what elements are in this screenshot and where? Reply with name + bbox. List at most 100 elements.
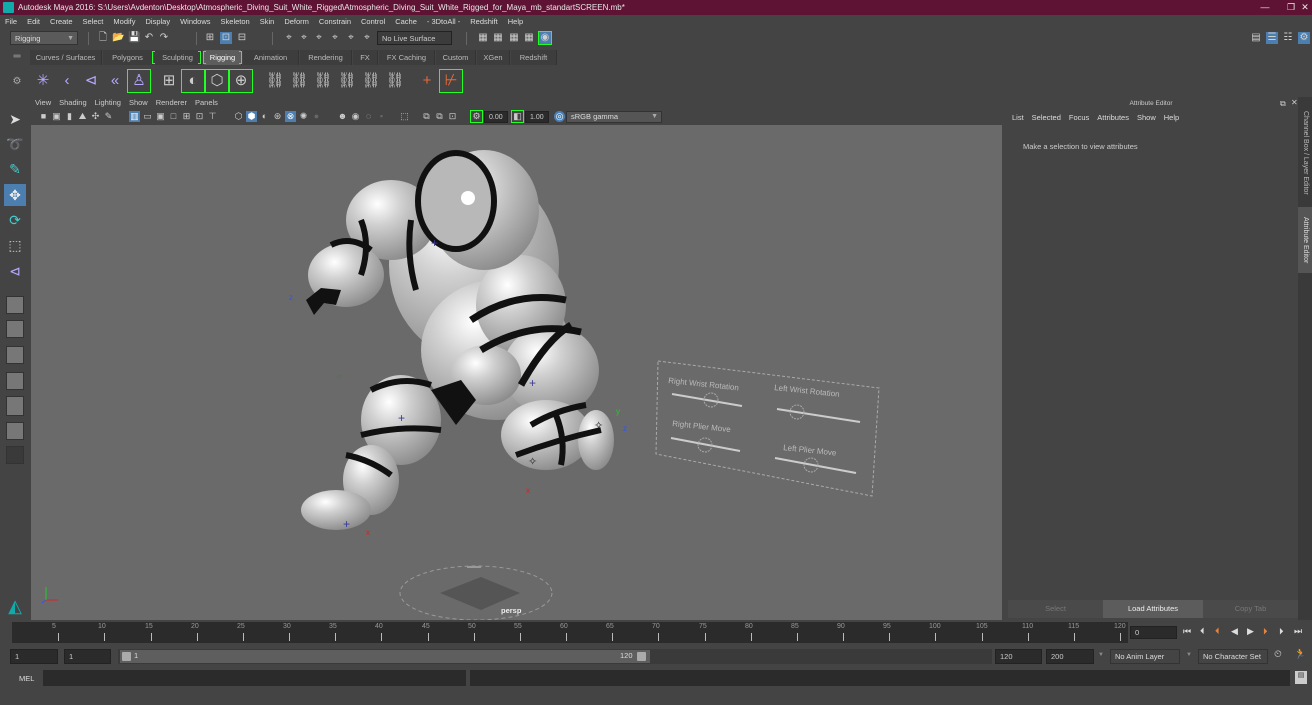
redo-icon[interactable]: ↷ — [158, 32, 170, 44]
minimize-button[interactable]: — — [1252, 0, 1278, 15]
move-tool-icon[interactable]: ✥ — [4, 184, 26, 206]
attribute-editor-toggle-icon[interactable]: ☰ — [1266, 32, 1278, 44]
select-component-icon[interactable]: ⊟ — [236, 32, 248, 44]
new-scene-icon[interactable]: 🗋 — [97, 32, 109, 44]
orange-tool-icon[interactable]: + — [416, 70, 438, 92]
shelf-tab-fx[interactable]: FX — [353, 50, 378, 65]
open-scene-icon[interactable]: 📂 — [112, 32, 124, 44]
color-management-icon[interactable]: ◎ — [554, 111, 565, 122]
ae-menu-show[interactable]: Show — [1137, 113, 1156, 122]
image-plane-icon[interactable]: ⛰ — [77, 111, 88, 122]
snap-curve-icon[interactable]: ⌖ — [298, 32, 310, 44]
parent-constraint-icon[interactable]: ⛓ — [264, 70, 286, 92]
chevron-down-icon[interactable]: ▼ — [1186, 652, 1192, 658]
gate-mask-icon[interactable]: □ — [168, 111, 179, 122]
ik-handle-icon[interactable]: ‹ — [56, 70, 78, 92]
perspective-viewport[interactable]: + + + + ✧ ✧ z y z x x ⁘ Right Wrist Rota… — [31, 125, 1002, 620]
menu-cache[interactable]: Cache — [390, 15, 422, 29]
color-space-dropdown[interactable]: sRGB gamma ▼ — [566, 111, 662, 123]
2d-pan-zoom-icon[interactable]: ✣ — [90, 111, 101, 122]
resolution-gate-icon[interactable]: ▣ — [155, 111, 166, 122]
panel-menu-view[interactable]: View — [31, 97, 55, 109]
lattice-icon[interactable]: ⬡ — [205, 69, 229, 93]
ipr-render-icon[interactable]: ▦ — [508, 32, 520, 44]
character-set-dropdown[interactable]: No Character Set — [1198, 649, 1268, 664]
play-forwards-icon[interactable]: ▶ — [1247, 626, 1254, 637]
xray-icon[interactable]: ⧉ — [421, 111, 432, 122]
shelf-tab-fx-caching[interactable]: FX Caching — [379, 50, 435, 65]
orange-link-tool-icon[interactable]: ⊬ — [439, 69, 463, 93]
live-surface-field[interactable]: No Live Surface — [377, 31, 452, 45]
snap-point-icon[interactable]: ⌖ — [313, 32, 325, 44]
go-to-end-icon[interactable]: ⏭ — [1294, 626, 1302, 637]
render-frame-icon[interactable]: ▦ — [492, 32, 504, 44]
humanik-icon[interactable]: ♙ — [127, 69, 151, 93]
right-wrist-slider[interactable] — [671, 393, 743, 407]
camera-object[interactable] — [399, 565, 553, 620]
range-track[interactable]: 1 120 — [118, 649, 992, 664]
undo-icon[interactable]: ↶ — [143, 32, 155, 44]
close-panel-icon[interactable]: ✕ — [1291, 98, 1298, 107]
custom-layout-icon[interactable] — [6, 446, 24, 464]
menu-control[interactable]: Control — [356, 15, 390, 29]
shelf-tab-xgen[interactable]: XGen — [477, 50, 510, 65]
orient-constraint-icon[interactable]: ⛓ — [312, 70, 334, 92]
aim-constraint-icon[interactable]: ⛓ — [360, 70, 382, 92]
xray-active-icon[interactable]: ⧉ — [434, 111, 445, 122]
mirror-joint-icon[interactable]: « — [104, 70, 126, 92]
hypershade-icon[interactable]: ◉ — [538, 31, 552, 45]
scale-tool-icon[interactable]: ⬚ — [4, 234, 26, 256]
four-view-layout-icon[interactable] — [6, 320, 24, 338]
ae-menu-list[interactable]: List — [1012, 113, 1024, 122]
load-attributes-button[interactable]: Load Attributes — [1103, 600, 1203, 618]
panel-menu-lighting[interactable]: Lighting — [91, 97, 125, 109]
gamma-icon[interactable]: ◧ — [511, 110, 524, 123]
persp-graph-layout-icon[interactable] — [6, 372, 24, 390]
menu-redshift[interactable]: Redshift — [465, 15, 503, 29]
ik-spline-icon[interactable]: ⊲ — [80, 70, 102, 92]
menu-skin[interactable]: Skin — [255, 15, 280, 29]
ae-menu-attributes[interactable]: Attributes — [1097, 113, 1129, 122]
depth-of-field-icon[interactable]: ▪ — [376, 111, 387, 122]
ae-menu-focus[interactable]: Focus — [1069, 113, 1089, 122]
range-end-handle[interactable] — [637, 652, 646, 661]
command-input[interactable] — [43, 670, 466, 686]
channel-box-tab[interactable]: Channel Box / Layer Editor — [1298, 103, 1312, 203]
rig-control-board[interactable]: Right Wrist Rotation Left Wrist Rotation… — [655, 360, 880, 497]
scale-constraint-icon[interactable]: ⛓ — [336, 70, 358, 92]
panel-menu-show[interactable]: Show — [125, 97, 152, 109]
make-live-icon[interactable]: ⌖ — [361, 32, 373, 44]
animation-end-field[interactable]: 200 — [1046, 649, 1094, 664]
menu-constrain[interactable]: Constrain — [314, 15, 356, 29]
animation-start-field[interactable]: 1 — [10, 649, 58, 664]
menu-help[interactable]: Help — [503, 15, 528, 29]
snap-surface-icon[interactable]: ⌖ — [345, 32, 357, 44]
panel-menu-shading[interactable]: Shading — [55, 97, 91, 109]
select-object-icon[interactable]: ⊡ — [220, 32, 232, 44]
motion-blur-icon[interactable]: ◉ — [350, 111, 361, 122]
chevron-down-icon[interactable]: ▼ — [1098, 652, 1104, 658]
camera-attributes-icon[interactable]: ▣ — [51, 111, 62, 122]
menu-3dtoall[interactable]: - 3DtoAll - — [422, 15, 465, 29]
diving-suit-model[interactable]: + + + + ✧ ✧ z y z x x ⁘ — [289, 150, 627, 537]
point-constraint-icon[interactable]: ⛓ — [288, 70, 310, 92]
playback-start-field[interactable]: 1 — [64, 649, 111, 664]
range-bar[interactable]: 1 120 — [120, 650, 650, 663]
menu-windows[interactable]: Windows — [175, 15, 215, 29]
tool-settings-icon[interactable]: ☷ — [1282, 32, 1294, 44]
playback-end-field[interactable]: 120 — [995, 649, 1042, 664]
shelf-tab-rigging[interactable]: Rigging — [204, 50, 242, 65]
float-panel-icon[interactable]: ⧉ — [1280, 99, 1286, 109]
grid-icon[interactable]: ▥ — [129, 111, 140, 122]
step-back-frame-icon[interactable]: ⏴ — [1200, 626, 1205, 637]
step-forward-key-icon[interactable]: ⏵ — [1263, 626, 1268, 637]
use-default-material-icon[interactable]: ◐ — [259, 111, 270, 122]
snap-grid-icon[interactable]: ⌖ — [283, 32, 295, 44]
save-scene-icon[interactable]: 💾 — [128, 32, 140, 44]
cluster-icon[interactable]: ⊕ — [229, 69, 253, 93]
smooth-shade-icon[interactable]: ⬢ — [246, 111, 257, 122]
use-all-lights-icon[interactable]: ✺ — [298, 111, 309, 122]
shadows-icon[interactable]: ● — [311, 111, 322, 122]
select-tool-icon[interactable]: ➤ — [4, 108, 26, 130]
menu-display[interactable]: Display — [141, 15, 176, 29]
